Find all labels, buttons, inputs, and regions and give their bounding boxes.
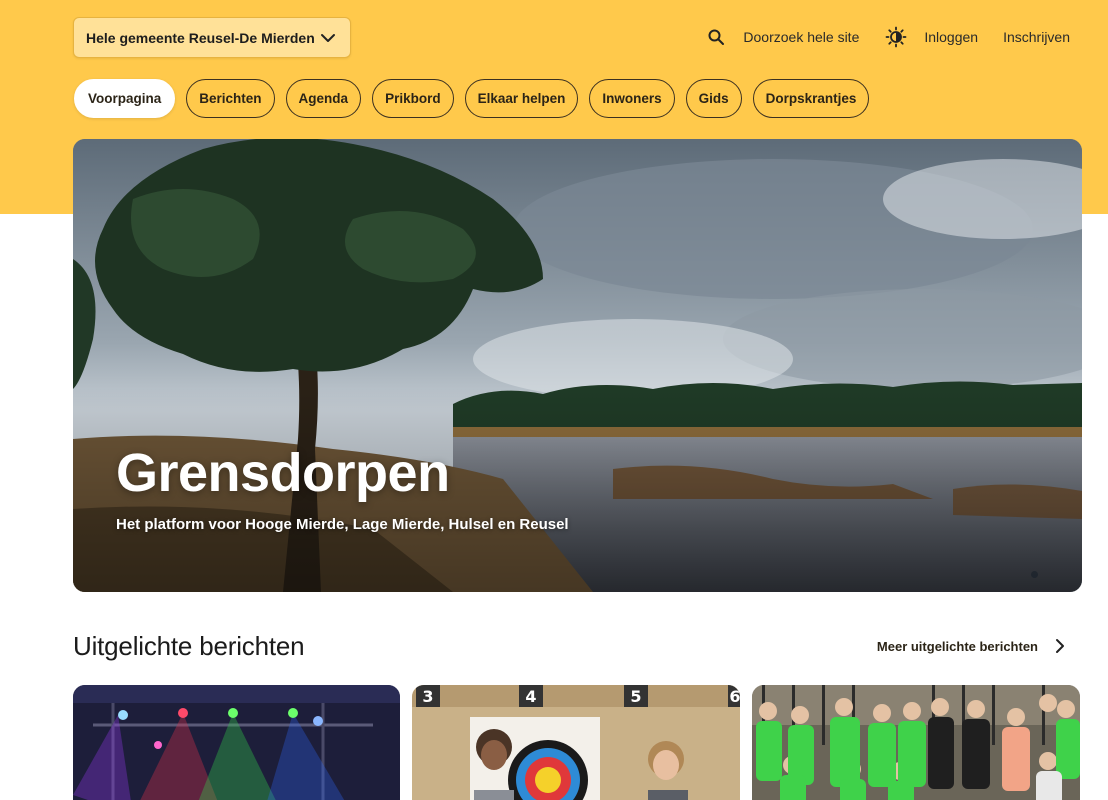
- card-image-group: [752, 685, 1080, 800]
- target-number-3: 3: [422, 687, 433, 706]
- nav-item-inwoners[interactable]: Inwoners: [589, 79, 675, 118]
- hero-subtitle: Het platform voor Hooge Mierde, Lage Mie…: [116, 516, 569, 533]
- featured-card-concert[interactable]: [73, 685, 400, 800]
- search-icon[interactable]: [707, 28, 725, 46]
- region-select[interactable]: Hele gemeente Reusel-De Mierden: [73, 17, 351, 58]
- chevron-down-icon: [318, 28, 338, 48]
- carousel-indicator: [1031, 571, 1038, 578]
- card-image-archery: 3 4 5 6: [412, 685, 740, 800]
- top-actions: Doorzoek hele site Inloggen Inschrijven: [707, 22, 1070, 52]
- hero-title: Grensdorpen: [116, 443, 450, 503]
- target-number-6: 6: [729, 687, 740, 706]
- nav-item-voorpagina[interactable]: Voorpagina: [74, 79, 176, 118]
- register-link[interactable]: Inschrijven: [1003, 29, 1070, 45]
- featured-card-group[interactable]: [752, 685, 1080, 800]
- more-featured-label: Meer uitgelichte berichten: [876, 638, 1038, 654]
- nav-item-elkaar-helpen[interactable]: Elkaar helpen: [464, 79, 579, 118]
- more-featured-link[interactable]: Meer uitgelichte berichten: [877, 638, 1068, 654]
- hero-banner[interactable]: Grensdorpen Het platform voor Hooge Mier…: [73, 139, 1082, 592]
- login-link[interactable]: Inloggen: [924, 29, 978, 45]
- nav-item-prikbord[interactable]: Prikbord: [372, 79, 454, 118]
- featured-card-archery[interactable]: 3 4 5 6: [412, 685, 740, 800]
- nav-item-berichten[interactable]: Berichten: [186, 79, 275, 118]
- target-number-4: 4: [525, 687, 536, 706]
- nav-item-dorpskrantjes[interactable]: Dorpskrantjes: [752, 79, 870, 118]
- chevron-right-icon: [1052, 638, 1068, 654]
- theme-toggle-icon[interactable]: [885, 26, 907, 48]
- region-select-label: Hele gemeente Reusel-De Mierden: [86, 29, 315, 46]
- target-number-5: 5: [630, 687, 641, 706]
- nav-item-agenda[interactable]: Agenda: [285, 79, 362, 118]
- search-site-link[interactable]: Doorzoek hele site: [743, 29, 859, 45]
- nav-item-gids[interactable]: Gids: [685, 79, 742, 118]
- main-nav: Voorpagina Berichten Agenda Prikbord Elk…: [74, 79, 870, 118]
- featured-title: Uitgelichte berichten: [73, 631, 305, 661]
- card-image-concert: [73, 685, 400, 800]
